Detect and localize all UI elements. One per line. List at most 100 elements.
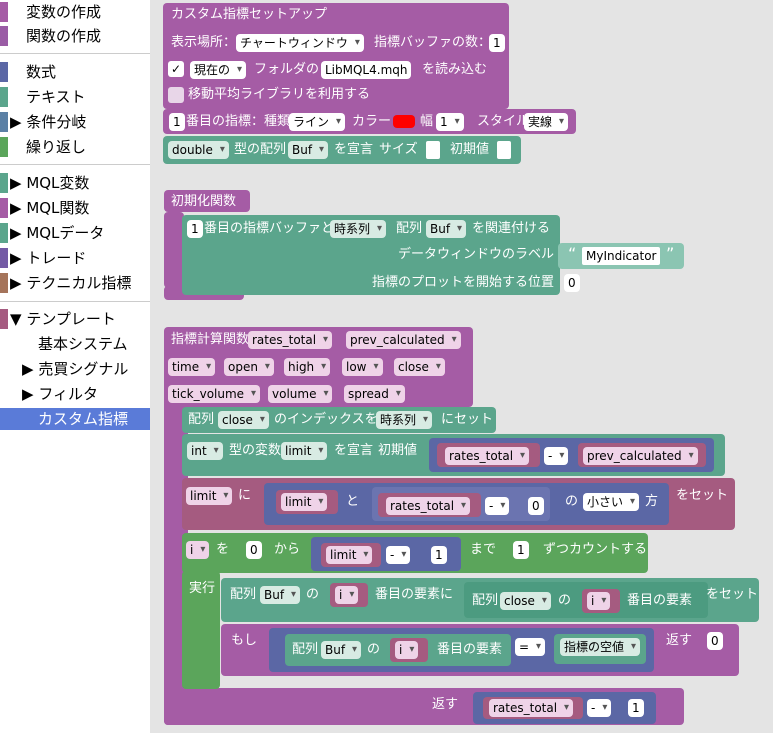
indicator-number[interactable]: 1 — [169, 113, 185, 131]
buf-dropdown[interactable]: Buf — [426, 220, 467, 238]
set-index-label: のインデックスを — [274, 412, 378, 427]
kara-label: から — [274, 542, 301, 557]
init-label: 初期値 — [450, 142, 490, 157]
zero-value[interactable]: 0 — [528, 497, 544, 515]
series-dropdown[interactable]: 時系列 — [330, 220, 387, 238]
category-custom-indicator[interactable]: カスタム指標 — [0, 408, 150, 430]
no-label-3: の — [558, 593, 572, 608]
category-create-variable[interactable]: 変数の作成 — [0, 1, 150, 23]
file-field[interactable]: LibMQL4.mqh — [321, 61, 412, 79]
category-filter[interactable]: ▶ フィルタ — [0, 383, 150, 405]
param-volume[interactable]: volume — [268, 385, 333, 403]
category-create-function[interactable]: 関数の作成 — [0, 25, 150, 47]
category-text[interactable]: テキスト — [0, 86, 150, 108]
category-math[interactable]: 数式 — [0, 61, 150, 83]
category-color — [0, 309, 8, 329]
style-dropdown[interactable]: 実線 — [524, 113, 569, 131]
limit-getter-dropdown[interactable]: limit — [281, 493, 328, 511]
buf-dropdown-2[interactable]: Buf — [260, 586, 301, 604]
width-dropdown[interactable]: 1 — [436, 113, 464, 131]
category-color — [0, 26, 8, 46]
minus-dropdown[interactable]: - — [544, 447, 569, 465]
buf-dropdown-3[interactable]: Buf — [321, 641, 362, 659]
display-dropdown[interactable]: チャートウィンドウ — [236, 34, 364, 52]
param-spread[interactable]: spread — [344, 385, 405, 403]
category-loops[interactable]: 繰り返し — [0, 136, 150, 158]
calc-title: 指標計算関数 — [171, 332, 250, 347]
param-close[interactable]: close — [394, 358, 445, 376]
set-assign-label: をセット — [676, 488, 729, 503]
category-mql-functions[interactable]: ▶ MQL関数 — [0, 197, 150, 219]
one-value[interactable]: 1 — [431, 546, 447, 564]
from-value[interactable]: 0 — [246, 541, 262, 559]
ma-checkbox[interactable] — [168, 87, 184, 103]
arr-label-3: 配列 — [472, 593, 499, 608]
category-technical[interactable]: ▶ テクニカル指標 — [0, 272, 150, 294]
var-name-dropdown[interactable]: limit — [281, 442, 328, 460]
param-time[interactable]: time — [168, 358, 216, 376]
dw-value[interactable]: MyIndicator — [582, 247, 661, 265]
i-dropdown-1[interactable]: i — [335, 586, 359, 604]
limit-dropdown-2[interactable]: limit — [326, 546, 373, 564]
rt-dropdown-2[interactable]: rates_total — [386, 497, 471, 515]
minus-dropdown-2[interactable]: - — [485, 497, 510, 515]
prev-calculated-dropdown[interactable]: prev_calculated — [583, 447, 698, 465]
for-loop-footer[interactable] — [182, 674, 220, 688]
no-label-4: の — [367, 642, 381, 657]
workspace[interactable]: カスタム指標セットアップ 表示場所： チャートウィンドウ 指標バッファの数： 1… — [150, 0, 773, 733]
rates-total-dropdown[interactable]: rates_total — [445, 447, 530, 465]
size-label: サイズ — [379, 142, 418, 157]
category-mql-variables[interactable]: ▶ MQL変数 — [0, 172, 150, 194]
param-open[interactable]: open — [224, 358, 274, 376]
init-body-left[interactable] — [164, 212, 184, 288]
minus-dropdown-3[interactable]: - — [386, 546, 411, 564]
i-dropdown-3[interactable]: i — [395, 641, 419, 659]
init-slot[interactable] — [497, 141, 511, 159]
limit-dropdown[interactable]: limit — [186, 487, 233, 505]
load-label: を読み込む — [422, 62, 488, 77]
type-dropdown-double[interactable]: double — [168, 141, 229, 159]
empty-value-dropdown[interactable]: 指標の空値 — [560, 638, 641, 656]
array-name-dropdown[interactable]: Buf — [288, 141, 329, 159]
include-checkbox[interactable]: ✓ — [168, 61, 184, 77]
param-tick-volume[interactable]: tick_volume — [168, 385, 261, 403]
param-high[interactable]: high — [284, 358, 331, 376]
no-label-2: の — [306, 587, 320, 602]
one-value-2[interactable]: 1 — [628, 699, 644, 717]
elem2-label: 番目の要素 — [627, 593, 693, 608]
size-slot[interactable] — [426, 141, 440, 159]
category-mql-data[interactable]: ▶ MQLデータ — [0, 222, 150, 244]
type-dropdown[interactable]: ライン — [289, 113, 346, 131]
set-series-dropdown[interactable]: 時系列 — [376, 411, 433, 429]
smaller-dropdown[interactable]: 小さい — [583, 493, 640, 511]
category-signal[interactable]: ▶ 売買シグナル — [0, 358, 150, 380]
category-trade[interactable]: ▶ トレード — [0, 247, 150, 269]
folder-dropdown[interactable]: 現在の — [190, 61, 247, 79]
plot-value[interactable]: 0 — [564, 274, 580, 292]
return-value[interactable]: 0 — [707, 632, 723, 650]
separator — [0, 53, 150, 54]
category-template[interactable]: ▼ テンプレート — [0, 308, 150, 330]
i-dropdown-2[interactable]: i — [587, 592, 611, 610]
minus-dropdown-4[interactable]: - — [587, 699, 612, 717]
category-basic-system[interactable]: 基本システム — [0, 333, 150, 355]
int-dropdown[interactable]: int — [187, 442, 223, 460]
rt-dropdown-3[interactable]: rates_total — [489, 699, 574, 717]
category-color — [0, 112, 8, 132]
buffer-count-field[interactable]: 1 — [489, 34, 505, 52]
color-swatch[interactable] — [393, 115, 415, 128]
made-label: まで — [470, 542, 497, 557]
close-dropdown[interactable]: close — [500, 592, 551, 610]
declare-label: を宣言 — [334, 142, 374, 157]
set-arr-dropdown[interactable]: close — [218, 411, 269, 429]
param-prev-calculated[interactable]: prev_calculated — [346, 331, 461, 349]
category-logic[interactable]: ▶ 条件分岐 — [0, 111, 150, 133]
arr-label-2: 配列 — [230, 587, 257, 602]
category-color — [0, 248, 8, 268]
loop-var-dropdown[interactable]: i — [186, 541, 210, 559]
buffer-num[interactable]: 1 — [187, 220, 203, 238]
param-low[interactable]: low — [342, 358, 383, 376]
step-value[interactable]: 1 — [513, 541, 529, 559]
param-rates-total[interactable]: rates_total — [248, 331, 333, 349]
eq-dropdown[interactable]: = — [515, 638, 546, 656]
